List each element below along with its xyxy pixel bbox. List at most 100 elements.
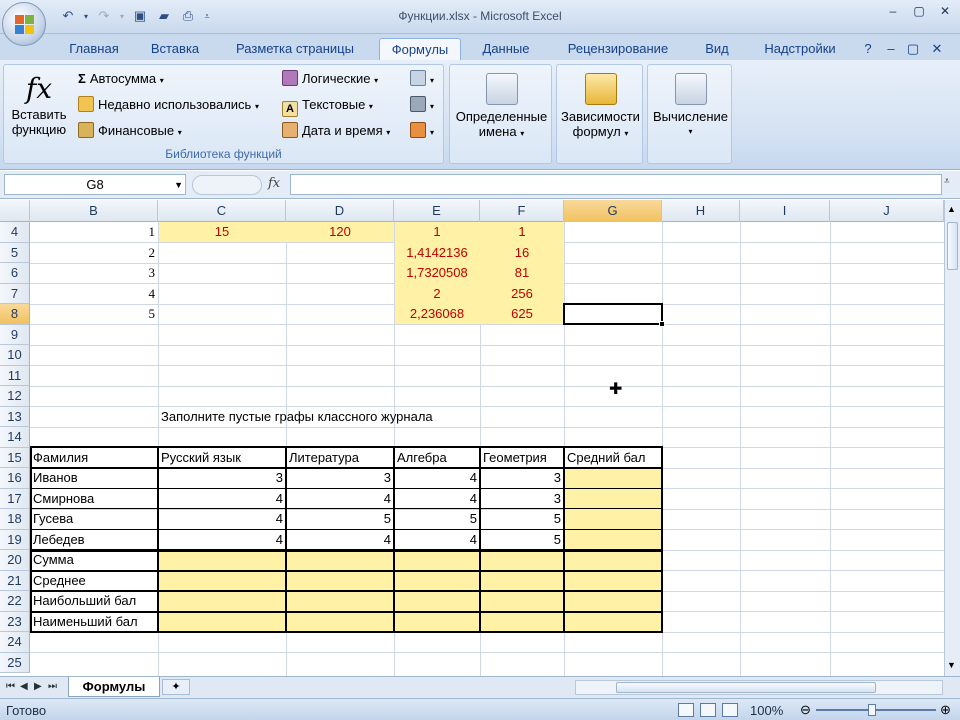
column-header-g[interactable]: G bbox=[564, 200, 662, 222]
zoom-in-icon[interactable]: ⊕ bbox=[940, 702, 951, 718]
student-name[interactable]: Гусева bbox=[30, 509, 158, 529]
zoom-slider-thumb[interactable] bbox=[868, 704, 876, 716]
row-header-5[interactable]: 5 bbox=[0, 242, 30, 263]
math-button[interactable]: ▾ bbox=[410, 95, 434, 115]
cell-e6[interactable]: 1,7320508 bbox=[394, 263, 480, 283]
row-header-12[interactable]: 12 bbox=[0, 386, 30, 407]
row-header-16[interactable]: 16 bbox=[0, 468, 30, 489]
row-header-8[interactable]: 8 bbox=[0, 304, 30, 325]
score-cell[interactable]: 3 bbox=[158, 468, 286, 488]
score-cell[interactable]: 4 bbox=[394, 489, 480, 509]
normal-view-icon[interactable] bbox=[678, 703, 694, 717]
fill-handle[interactable] bbox=[659, 321, 665, 327]
student-name[interactable]: Смирнова bbox=[30, 489, 158, 509]
row-header-18[interactable]: 18 bbox=[0, 509, 30, 530]
column-header-d[interactable]: D bbox=[286, 200, 394, 222]
row-header-25[interactable]: 25 bbox=[0, 652, 30, 673]
summary-average-label[interactable]: Среднее bbox=[30, 571, 158, 591]
scroll-down-icon[interactable]: ▼ bbox=[947, 660, 956, 670]
cell-e4[interactable]: 1 bbox=[394, 222, 480, 242]
score-cell[interactable]: 5 bbox=[480, 530, 564, 550]
tab-view[interactable]: Вид bbox=[694, 38, 740, 60]
row-header-19[interactable]: 19 bbox=[0, 529, 30, 550]
tab-home[interactable]: Главная bbox=[62, 38, 126, 60]
active-cell-g8[interactable] bbox=[563, 303, 663, 325]
zoom-level[interactable]: 100% bbox=[750, 703, 783, 718]
formula-input[interactable] bbox=[290, 174, 942, 195]
insert-function-icon[interactable]: fx bbox=[268, 176, 280, 191]
cell-c13-caption[interactable]: Заполните пустые графы классного журнала bbox=[158, 407, 558, 427]
score-cell[interactable]: 4 bbox=[158, 509, 286, 529]
score-cell[interactable]: 4 bbox=[286, 489, 394, 509]
next-sheet-icon[interactable]: ▶ bbox=[34, 681, 42, 692]
score-cell[interactable]: 4 bbox=[394, 530, 480, 550]
row-header-9[interactable]: 9 bbox=[0, 324, 30, 345]
worksheet-grid[interactable]: B C D E F G H I J 4 5 6 7 8 9 10 11 12 1… bbox=[0, 200, 944, 676]
ribbon-restore-icon[interactable]: ▢ bbox=[904, 38, 922, 60]
select-all-corner[interactable] bbox=[0, 200, 30, 222]
first-sheet-icon[interactable]: ⏮ bbox=[6, 681, 15, 692]
journal-header-literature[interactable]: Литература bbox=[286, 448, 394, 468]
column-header-h[interactable]: H bbox=[662, 200, 740, 222]
summary-sum-label[interactable]: Сумма bbox=[30, 550, 158, 570]
horizontal-scroll-thumb[interactable] bbox=[616, 682, 876, 693]
row-header-22[interactable]: 22 bbox=[0, 591, 30, 612]
more-functions-button[interactable]: ▾ bbox=[410, 121, 434, 141]
column-header-e[interactable]: E bbox=[394, 200, 480, 222]
formula-dependencies-button[interactable]: Зависимости формул ▾ bbox=[557, 73, 644, 141]
score-cell[interactable]: 4 bbox=[394, 468, 480, 488]
cell-f7[interactable]: 256 bbox=[480, 284, 564, 304]
zoom-slider[interactable] bbox=[816, 709, 936, 711]
recently-used-button[interactable]: Недавно использовались ▾ bbox=[78, 95, 259, 115]
column-header-f[interactable]: F bbox=[480, 200, 564, 222]
cell-b4[interactable]: 1 bbox=[30, 222, 158, 242]
journal-header-surname[interactable]: Фамилия bbox=[30, 448, 158, 468]
student-name[interactable]: Лебедев bbox=[30, 530, 158, 550]
logical-button[interactable]: Логические ▾ bbox=[282, 69, 378, 89]
tab-addins[interactable]: Надстройки bbox=[752, 38, 848, 60]
journal-header-russian[interactable]: Русский язык bbox=[158, 448, 286, 468]
summary-max-label[interactable]: Наибольший бал bbox=[30, 591, 158, 611]
row-header-10[interactable]: 10 bbox=[0, 345, 30, 366]
defined-names-button[interactable]: Определенные имена ▾ bbox=[450, 73, 553, 141]
score-cell[interactable]: 4 bbox=[158, 489, 286, 509]
row-header-17[interactable]: 17 bbox=[0, 488, 30, 509]
maximize-icon[interactable]: ▢ bbox=[908, 4, 930, 18]
scroll-thumb[interactable] bbox=[947, 222, 958, 270]
vertical-scrollbar[interactable]: ▲ ▼ bbox=[944, 200, 960, 676]
cell-f4[interactable]: 1 bbox=[480, 222, 564, 242]
cell-b8[interactable]: 5 bbox=[30, 304, 158, 324]
cell-e8[interactable]: 2,236068 bbox=[394, 304, 480, 324]
tab-data[interactable]: Данные bbox=[472, 38, 540, 60]
journal-header-algebra[interactable]: Алгебра bbox=[394, 448, 480, 468]
student-name[interactable]: Иванов bbox=[30, 468, 158, 488]
journal-header-average[interactable]: Средний бал bbox=[564, 448, 662, 468]
score-cell[interactable]: 4 bbox=[286, 530, 394, 550]
row-header-24[interactable]: 24 bbox=[0, 632, 30, 653]
sheet-tab-formulas[interactable]: Формулы bbox=[68, 677, 160, 697]
calculation-button[interactable]: Вычисление ▾ bbox=[648, 73, 733, 139]
cell-b7[interactable]: 4 bbox=[30, 284, 158, 304]
cell-f6[interactable]: 81 bbox=[480, 263, 564, 283]
scroll-up-icon[interactable]: ▲ bbox=[947, 204, 956, 214]
tab-formulas[interactable]: Формулы bbox=[379, 38, 461, 60]
column-header-j[interactable]: J bbox=[830, 200, 944, 222]
cell-f5[interactable]: 16 bbox=[480, 243, 564, 263]
tab-insert[interactable]: Вставка bbox=[140, 38, 210, 60]
close-icon[interactable]: ✕ bbox=[934, 4, 956, 18]
row-header-11[interactable]: 11 bbox=[0, 365, 30, 386]
formula-bar-splitter[interactable] bbox=[192, 175, 262, 195]
insert-function-button[interactable]: fx Вставить функцию bbox=[7, 71, 71, 137]
summary-min-label[interactable]: Наименьший бал bbox=[30, 612, 158, 632]
text-button[interactable]: A Текстовые ▾ bbox=[282, 95, 373, 117]
name-box[interactable]: G8 ▼ bbox=[4, 174, 186, 195]
cell-e5[interactable]: 1,4142136 bbox=[394, 243, 480, 263]
horizontal-scrollbar[interactable] bbox=[575, 680, 943, 695]
page-layout-view-icon[interactable] bbox=[700, 703, 716, 717]
cell-f8[interactable]: 625 bbox=[480, 304, 564, 324]
insert-sheet-icon[interactable]: ✦ bbox=[162, 679, 190, 695]
score-cell[interactable]: 5 bbox=[286, 509, 394, 529]
page-break-view-icon[interactable] bbox=[722, 703, 738, 717]
cell-d4[interactable]: 120 bbox=[286, 222, 394, 242]
autosum-button[interactable]: Σ Автосумма ▾ bbox=[78, 69, 164, 89]
